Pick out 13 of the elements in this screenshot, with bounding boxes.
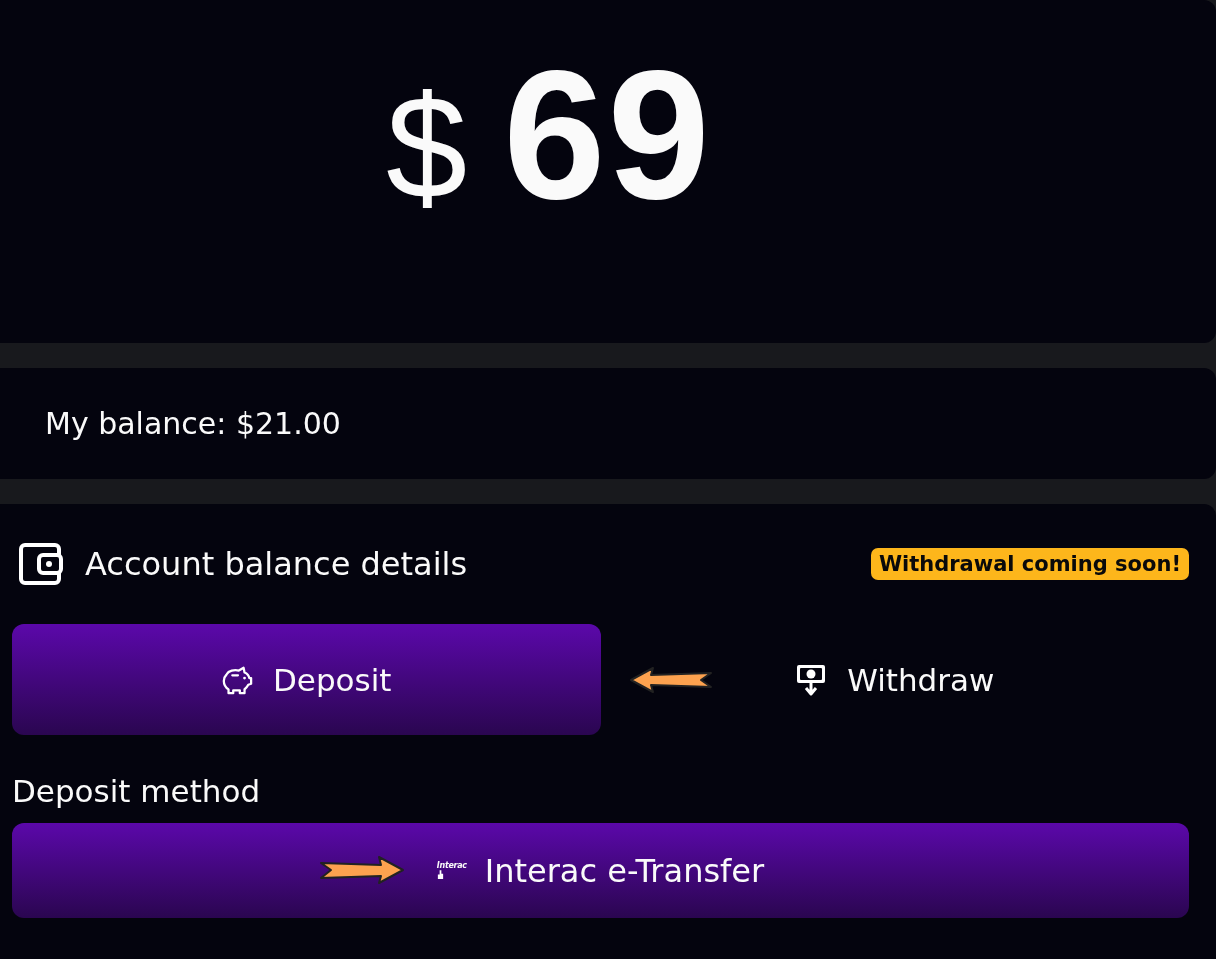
balance-text: My balance: $21.00 xyxy=(45,406,341,441)
notice-badge: Withdrawal coming soon! xyxy=(870,548,1189,580)
right-arrow-icon xyxy=(319,854,405,886)
wallet-icon xyxy=(19,542,63,586)
cash-down-icon xyxy=(795,663,828,696)
amount-value: 69 xyxy=(503,42,712,226)
left-arrow-icon xyxy=(629,666,713,694)
interac-button[interactable]: Interac Interac e-Transfer xyxy=(12,823,1189,918)
deposit-method-label: Deposit method xyxy=(12,773,262,809)
tab[interactable]: Deposit xyxy=(12,624,601,735)
interac-logo: Interac xyxy=(436,861,467,880)
currency-symbol: $ xyxy=(386,75,468,221)
section-title: Account balance details xyxy=(85,545,468,583)
